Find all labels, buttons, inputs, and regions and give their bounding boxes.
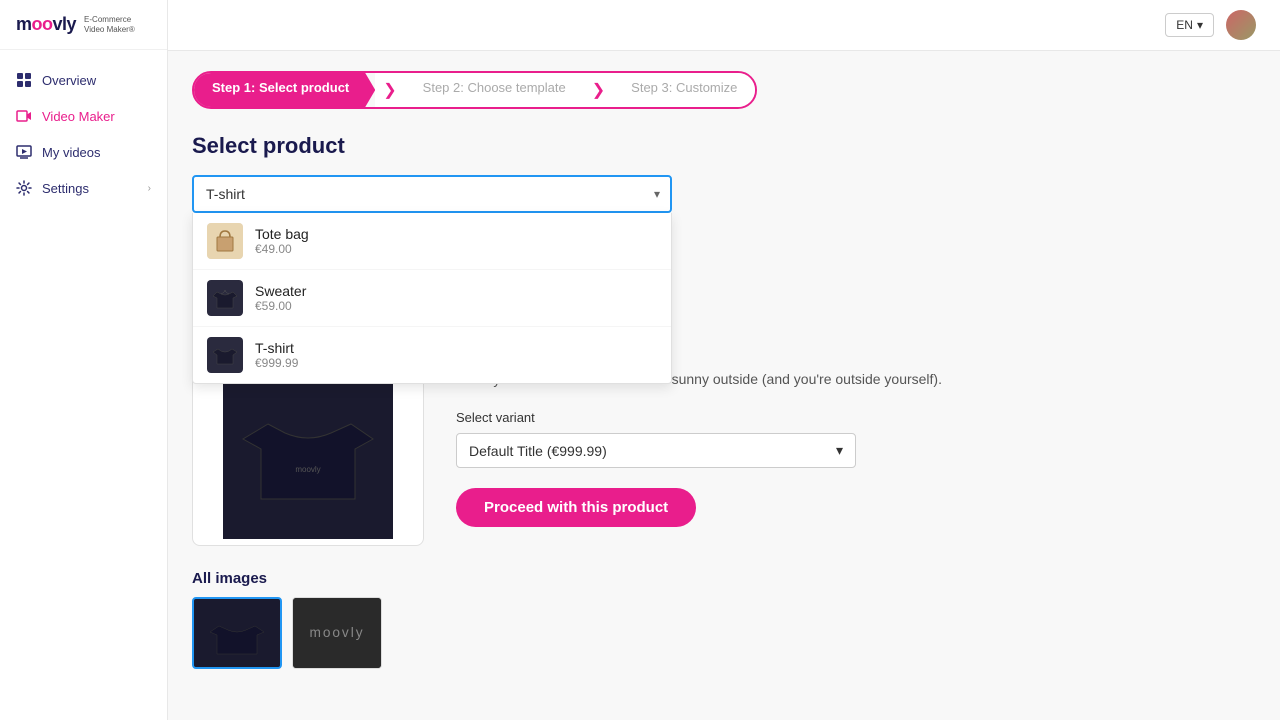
sidebar-nav: Overview Video Maker My videos xyxy=(0,50,167,720)
product-image-card: moovly xyxy=(192,361,424,546)
logo: moovly xyxy=(16,14,76,35)
all-images-title: All images xyxy=(192,570,1256,587)
logo-subtitle: E-Commerce Video Maker® xyxy=(84,15,135,34)
proceed-button[interactable]: Proceed with this product xyxy=(456,488,696,527)
product-main-image: moovly xyxy=(223,369,393,539)
topbar: EN ▾ xyxy=(168,0,1280,51)
svg-text:moovly: moovly xyxy=(295,465,320,474)
steps-bar: Step 1: Select product ❯ Step 2: Choose … xyxy=(192,71,1256,109)
tshirt-image xyxy=(207,337,243,373)
tote-bag-image xyxy=(207,223,243,259)
step-2[interactable]: Step 2: Choose template xyxy=(405,73,584,107)
settings-icon xyxy=(16,180,32,196)
product-selector-wrapper: T-shirt ▾ Tote bag €49.0 xyxy=(192,175,672,213)
dropdown-item-sweater[interactable]: Sweater €59.00 xyxy=(193,270,671,327)
thumbnail-2[interactable]: moovly xyxy=(292,597,382,669)
my-videos-icon xyxy=(16,144,32,160)
product-select-input[interactable]: T-shirt ▾ xyxy=(192,175,672,213)
steps-wrapper: Step 1: Select product ❯ Step 2: Choose … xyxy=(192,71,757,109)
tote-bag-info: Tote bag €49.00 xyxy=(255,226,309,256)
language-selector[interactable]: EN ▾ xyxy=(1165,13,1214,37)
sweater-image xyxy=(207,280,243,316)
variant-label: Select variant xyxy=(456,410,1256,425)
images-row: moovly xyxy=(192,597,1256,669)
video-maker-icon xyxy=(16,108,32,124)
sidebar-item-my-videos[interactable]: My videos xyxy=(0,134,167,170)
thumbnail-2-image: moovly xyxy=(293,597,381,669)
settings-chevron-icon: › xyxy=(148,183,151,194)
lang-chevron-icon: ▾ xyxy=(1197,18,1203,32)
step-arrow-2: ❯ xyxy=(584,73,613,107)
tshirt-info: T-shirt €999.99 xyxy=(255,340,298,370)
sidebar: moovly E-Commerce Video Maker® Overview xyxy=(0,0,168,720)
content-area: Step 1: Select product ❯ Step 2: Choose … xyxy=(168,51,1280,720)
svg-text:moovly: moovly xyxy=(309,625,364,640)
overview-icon xyxy=(16,72,32,88)
logo-text: moovly xyxy=(16,14,76,35)
product-details: Moovly T-Shirt best worn when it's sunny… xyxy=(456,361,1256,546)
all-images-section: All images moovly xyxy=(192,570,1256,669)
logo-area: moovly E-Commerce Video Maker® xyxy=(0,0,167,50)
thumbnail-1-image xyxy=(202,604,272,662)
main-area: EN ▾ Step 1: Select product ❯ Step 2: Ch… xyxy=(168,0,1280,720)
step-3[interactable]: Step 3: Customize xyxy=(613,73,755,107)
product-area: moovly Moovly T-Shirt best worn when it'… xyxy=(192,361,1256,546)
page-title: Select product xyxy=(192,133,1256,159)
thumbnail-1[interactable] xyxy=(192,597,282,669)
dropdown-arrow-icon: ▾ xyxy=(654,187,660,201)
variant-chevron-icon: ▾ xyxy=(836,442,843,459)
variant-select[interactable]: Default Title (€999.99) ▾ xyxy=(456,433,856,468)
avatar[interactable] xyxy=(1226,10,1256,40)
product-dropdown-menu: Tote bag €49.00 Sweater xyxy=(192,213,672,384)
step-arrow-1: ❯ xyxy=(375,73,404,107)
dropdown-item-tshirt[interactable]: T-shirt €999.99 xyxy=(193,327,671,383)
sidebar-item-video-maker[interactable]: Video Maker xyxy=(0,98,167,134)
sidebar-item-overview[interactable]: Overview xyxy=(0,62,167,98)
sweater-info: Sweater €59.00 xyxy=(255,283,306,313)
sidebar-item-settings[interactable]: Settings › xyxy=(0,170,167,206)
step-1[interactable]: Step 1: Select product xyxy=(194,73,375,107)
dropdown-item-tote-bag[interactable]: Tote bag €49.00 xyxy=(193,213,671,270)
